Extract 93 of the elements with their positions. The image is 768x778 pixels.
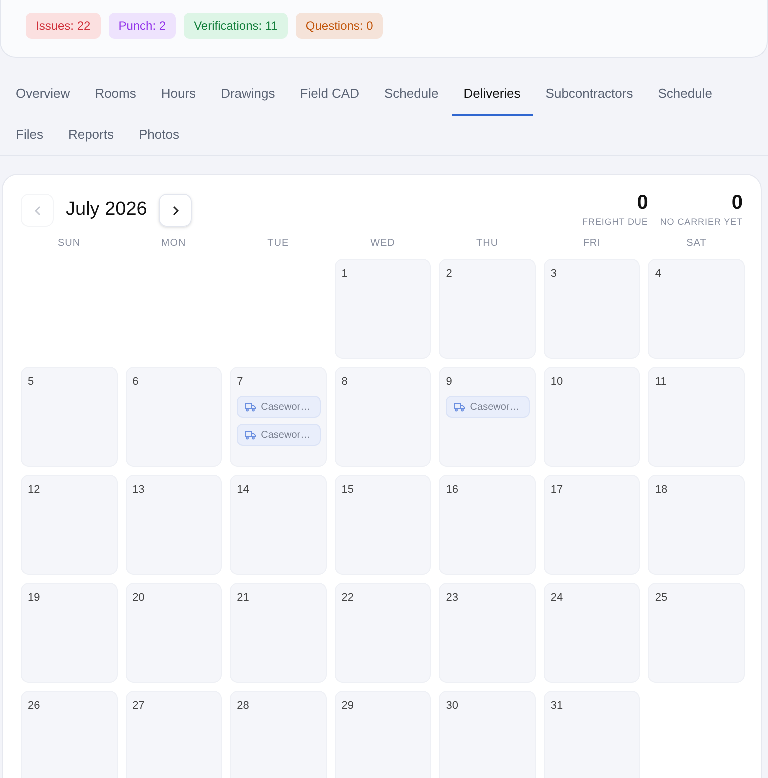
day-cell[interactable]: 9 Casewor… — [439, 366, 536, 466]
day-cell[interactable]: 29 — [334, 690, 432, 778]
stat-value: 0 — [637, 191, 648, 216]
day-number: 13 — [132, 482, 145, 498]
day-cell[interactable]: 16 — [439, 474, 536, 574]
day-number: 27 — [132, 698, 145, 714]
weekday-label: FRI — [582, 236, 602, 250]
day-cell[interactable]: 23 — [439, 582, 536, 682]
day-cell[interactable]: 12 — [21, 474, 118, 574]
day-number: 16 — [446, 482, 459, 498]
day-cell[interactable]: 6 — [126, 366, 222, 466]
day-cell[interactable]: 8 — [334, 366, 432, 466]
day-number: 25 — [655, 590, 668, 606]
day-number: 14 — [237, 482, 250, 498]
tab[interactable]: Schedule — [372, 75, 451, 116]
day-number: 8 — [342, 374, 348, 390]
day-number: 15 — [342, 482, 354, 498]
count-badge: Punch: 2 — [108, 13, 176, 39]
day-number: 19 — [28, 590, 40, 606]
day-cell[interactable]: 31 — [544, 690, 640, 778]
day-number: 18 — [655, 482, 668, 498]
day-number: 1 — [342, 266, 348, 282]
day-cell[interactable]: 27 — [126, 690, 222, 778]
day-number: 29 — [342, 698, 354, 714]
day-cell[interactable]: 10 — [544, 366, 640, 466]
tab[interactable]: Subcontractors — [534, 75, 646, 116]
day-number: 24 — [550, 590, 564, 606]
next-month-button[interactable] — [159, 194, 192, 227]
weekday-label: MON — [160, 236, 188, 250]
truck-icon — [454, 402, 466, 412]
day-cell[interactable]: 11 — [648, 366, 745, 466]
tab[interactable]: Hours — [149, 75, 208, 116]
weekday-label: WED — [370, 236, 396, 250]
day-cell[interactable]: 25 — [648, 582, 745, 682]
day-number: 6 — [132, 374, 139, 390]
stat-label: FREIGHT DUE — [582, 216, 648, 229]
count-badge: Questions: 0 — [296, 13, 384, 39]
day-number: 5 — [28, 374, 34, 390]
day-number: 26 — [28, 698, 40, 714]
tab[interactable]: Photos — [126, 116, 192, 157]
day-cell[interactable]: 26 — [21, 690, 118, 778]
count-badge: Verifications: 11 — [184, 13, 288, 39]
day-cell[interactable]: 20 — [126, 582, 222, 682]
stat-label: NO CARRIER YET — [660, 216, 743, 229]
day-cell[interactable]: 13 — [126, 474, 222, 574]
day-cell[interactable]: 30 — [439, 690, 536, 778]
day-cell[interactable]: 3 — [544, 258, 640, 358]
weekday-label: THU — [476, 236, 500, 250]
day-cell[interactable]: 15 — [334, 474, 432, 574]
day-number: 9 — [446, 374, 452, 390]
day-number: 22 — [342, 590, 354, 606]
day-number: 4 — [655, 266, 662, 282]
weekday-label: SAT — [686, 236, 708, 250]
day-cell[interactable]: 2 — [439, 258, 536, 358]
day-number: 28 — [237, 698, 250, 714]
day-number: 3 — [550, 266, 557, 282]
day-cell[interactable]: 24 — [544, 582, 640, 682]
day-number: 31 — [550, 698, 564, 714]
day-cell[interactable]: 21 — [230, 582, 327, 682]
day-cell[interactable]: 4 — [648, 258, 745, 358]
tab[interactable]: Files — [4, 116, 56, 157]
day-number: 11 — [655, 374, 667, 390]
tab[interactable]: Deliveries — [452, 75, 533, 116]
stat-value: 0 — [732, 191, 743, 216]
truck-icon — [245, 430, 256, 440]
day-cell[interactable]: 14 — [230, 474, 327, 574]
tab[interactable]: Rooms — [83, 75, 148, 116]
day-number: 23 — [446, 590, 459, 606]
weekday-label: TUE — [266, 236, 290, 250]
tab[interactable]: Overview — [4, 75, 82, 116]
day-number: 17 — [550, 482, 564, 498]
weekday-label: SUN — [56, 236, 82, 250]
count-badge: Issues: 22 — [26, 13, 101, 39]
day-cell[interactable]: 17 — [544, 474, 640, 574]
truck-icon — [245, 402, 256, 412]
tab[interactable]: Reports — [56, 116, 126, 157]
day-cell[interactable]: 22 — [334, 582, 432, 682]
month-title: July 2026 — [66, 198, 148, 222]
day-cell[interactable]: 18 — [648, 474, 745, 574]
day-number: 20 — [132, 590, 145, 606]
day-number: 10 — [550, 374, 564, 390]
day-cell[interactable]: 28 — [230, 690, 327, 778]
day-number: 7 — [237, 374, 244, 390]
day-number: 30 — [446, 698, 459, 714]
day-cell[interactable]: 1 — [334, 258, 432, 358]
day-number: 21 — [237, 590, 250, 606]
day-cell[interactable]: 5 — [21, 366, 118, 466]
tab[interactable]: Field CAD — [288, 75, 372, 116]
day-number: 2 — [446, 266, 452, 282]
day-number: 12 — [28, 482, 40, 498]
tab[interactable]: Drawings — [209, 75, 288, 116]
tab[interactable]: Schedule — [646, 75, 724, 116]
day-cell[interactable]: 19 — [21, 582, 118, 682]
